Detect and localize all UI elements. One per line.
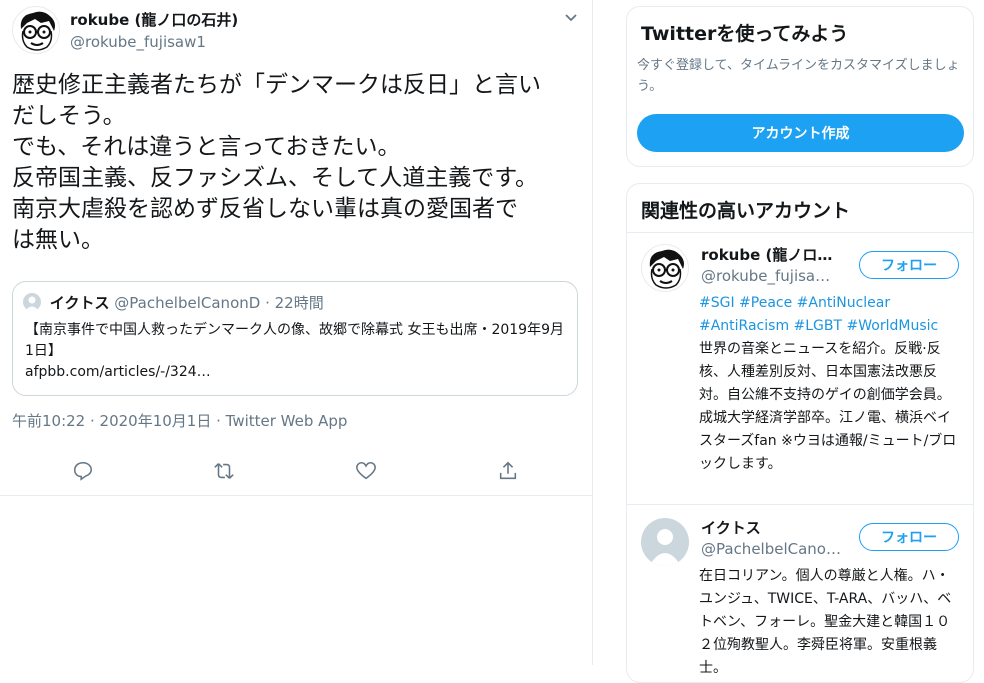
default-profile-icon: [25, 296, 39, 311]
hashtag-link[interactable]: #SGI #Peace #AntiNuclear: [699, 295, 890, 311]
account-name[interactable]: イクトス: [701, 517, 761, 538]
related-title: 関連性の高いアカウント: [641, 200, 851, 222]
tweet-text: 歴史修正主義者たちが「デンマークは反日」と言い だしそう。 でも、それは違うと言…: [12, 72, 541, 253]
follow-button[interactable]: フォロー: [859, 523, 959, 551]
quote-text: 【南京事件で中国人救ったデンマーク人の像、故郷で除幕式 女王も出席・2019年9…: [25, 322, 564, 359]
signup-subtitle: 今すぐ登録して、タイムラインをカスタマイズしましょう。: [637, 58, 960, 94]
account-hashtags: #SGI #Peace #AntiNuclear #AntiRacism #LG…: [699, 292, 961, 338]
create-account-button[interactable]: アカウント作成: [637, 114, 964, 152]
retweet-icon[interactable]: [213, 460, 237, 484]
quote-author-name: イクトス: [49, 294, 110, 312]
quoted-tweet[interactable]: イクトス @PachelbelCanonD · 22時間 【南京事件で中国人救っ…: [12, 281, 578, 396]
account-handle[interactable]: @rokube_fujisa…: [701, 267, 830, 285]
account-avatar[interactable]: [641, 244, 689, 292]
chevron-down-icon[interactable]: [563, 9, 579, 25]
quote-avatar: [23, 293, 41, 311]
author-avatar[interactable]: [12, 6, 60, 54]
signup-title: Twitterを使ってみよう: [641, 23, 849, 45]
account-avatar[interactable]: [641, 518, 689, 566]
quote-author-handle: @PachelbelCanonD: [114, 294, 261, 312]
account-name[interactable]: rokube (龍ノロ…: [701, 244, 832, 265]
quote-link[interactable]: afpbb.com/articles/-/324…: [25, 364, 211, 380]
account-bio: 在日コリアン。個人の尊厳と人権。ハ・ユンジュ、TWICE、T-ARA、バッハ、ベ…: [699, 568, 952, 676]
like-icon[interactable]: [355, 460, 379, 484]
related-accounts-card: 関連性の高いアカウント rokube (龍ノロ… @rokube_fujisa……: [626, 183, 974, 683]
author-handle[interactable]: @rokube_fujisaw1: [70, 33, 206, 51]
default-profile-icon: [649, 529, 681, 566]
tweet-column: rokube (龍ノ口の石井) @rokube_fujisaw1 歴史修正主義者…: [0, 0, 593, 665]
signup-card: Twitterを使ってみよう 今すぐ登録して、タイムラインをカスタマイズしましょ…: [626, 6, 974, 167]
cartoon-face-icon: [20, 11, 55, 51]
account-bio: 世界の音楽とニュースを紹介。反戦·反核、人種差別反対、日本国憲法改悪反対。自公維…: [699, 341, 957, 472]
divider: [627, 232, 973, 233]
reply-icon[interactable]: [72, 460, 96, 484]
quote-age: · 22時間: [265, 294, 324, 312]
follow-button[interactable]: フォロー: [859, 251, 959, 279]
cartoon-face-icon: [649, 249, 684, 289]
quote-header: イクトス @PachelbelCanonD · 22時間: [23, 292, 324, 313]
tweet-timestamp[interactable]: 午前10:22 · 2020年10月1日 · Twitter Web App: [12, 410, 347, 431]
account-handle[interactable]: @PachelbelCano…: [701, 540, 841, 558]
share-icon[interactable]: [497, 460, 521, 484]
tweet-actions: [0, 442, 593, 496]
hashtag-link[interactable]: #AntiRacism #LGBT #WorldMusic: [699, 318, 938, 334]
divider: [627, 504, 973, 505]
author-name[interactable]: rokube (龍ノ口の石井): [70, 9, 238, 30]
